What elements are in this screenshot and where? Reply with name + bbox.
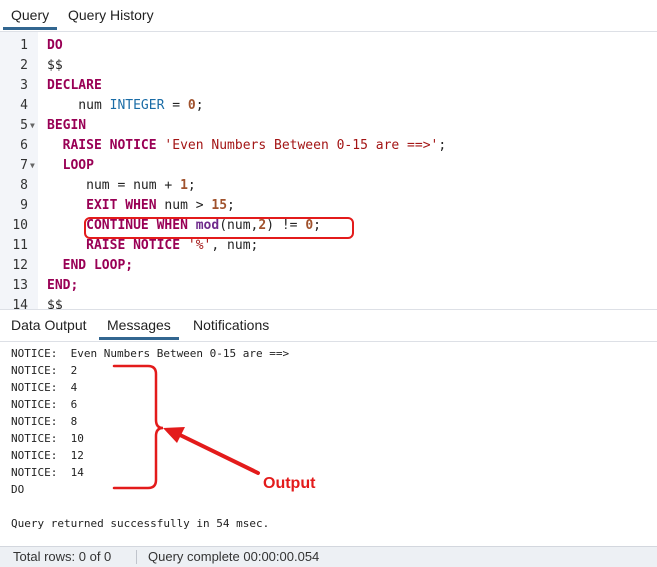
status-divider: [136, 550, 137, 564]
annotation-overlay: [112, 364, 260, 490]
query-complete-text: Query complete 00:00:00.054: [148, 549, 320, 564]
output-annotation-label: Output: [263, 475, 316, 492]
total-rows-text: Total rows: 0 of 0: [13, 549, 112, 564]
arrow-line: [176, 432, 260, 475]
status-bar: Total rows: 0 of 0 Query complete 00:00:…: [0, 546, 657, 567]
curly-brace-annotation: [112, 364, 164, 490]
